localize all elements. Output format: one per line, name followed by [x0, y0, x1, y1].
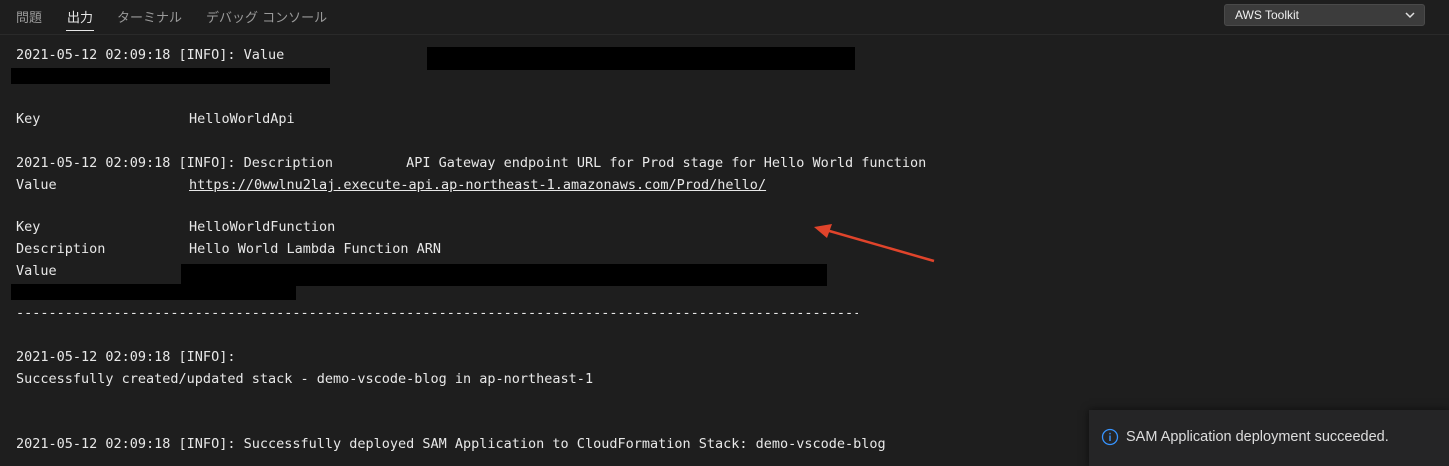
output-value: HelloWorldApi [189, 111, 295, 127]
output-value: API Gateway endpoint URL for Prod stage … [406, 155, 927, 171]
log-line: Description Hello World Lambda Function A… [16, 240, 441, 258]
tab-problems[interactable]: 問題 [16, 7, 42, 26]
tab-debug-console[interactable]: デバッグ コンソール [206, 7, 327, 26]
tab-terminal[interactable]: ターミナル [117, 7, 182, 26]
log-line: 2021-05-12 02:09:18 [INFO]: [16, 349, 236, 365]
log-line: 2021-05-12 02:09:18 [INFO]: Description … [16, 154, 926, 172]
log-line: 2021-05-12 02:09:18 [INFO]: Value [16, 47, 285, 63]
tab-output[interactable]: 出力 [67, 7, 93, 26]
log-line: Value https://0wwlnu2laj.execute-api.ap-n… [16, 176, 766, 194]
log-line: Key HelloWorldApi [16, 110, 295, 128]
output-channel-label: AWS Toolkit [1235, 8, 1300, 22]
log-line: Value [16, 263, 57, 279]
deployment-notification[interactable]: SAM Application deployment succeeded. [1089, 410, 1449, 466]
output-console[interactable]: 2021-05-12 02:09:18 [INFO]: Value Key Hel… [0, 35, 1449, 466]
output-value: Hello World Lambda Function ARN [189, 241, 441, 257]
notification-message: SAM Application deployment succeeded. [1126, 429, 1389, 445]
output-channel-select[interactable]: AWS Toolkit [1224, 4, 1425, 26]
output-key-label: Description [16, 241, 106, 257]
output-key-label: Value [16, 177, 57, 193]
log-line: 2021-05-12 02:09:18 [INFO]: Successfully… [16, 436, 886, 452]
annotation-arrow [814, 224, 935, 263]
active-tab-indicator [66, 30, 94, 31]
chevron-down-icon [1405, 12, 1415, 19]
redacted-block [11, 284, 296, 300]
output-value: HelloWorldFunction [189, 219, 336, 235]
log-line: Key HelloWorldFunction [16, 218, 335, 236]
redacted-block [11, 68, 330, 84]
panel-tab-bar: 問題 出力 ターミナル デバッグ コンソール AWS Toolkit [0, 0, 1449, 35]
output-key-label: Key [16, 111, 41, 127]
output-key-label: Key [16, 219, 41, 235]
redacted-block [427, 47, 855, 70]
api-endpoint-link[interactable]: https://0wwlnu2laj.execute-api.ap-northe… [189, 177, 766, 193]
log-prefix: 2021-05-12 02:09:18 [INFO]: Description [16, 155, 333, 171]
info-icon [1101, 428, 1119, 446]
redacted-block [181, 264, 827, 286]
separator-line: ----------------------------------------… [16, 305, 858, 321]
log-line: Successfully created/updated stack - dem… [16, 371, 594, 387]
